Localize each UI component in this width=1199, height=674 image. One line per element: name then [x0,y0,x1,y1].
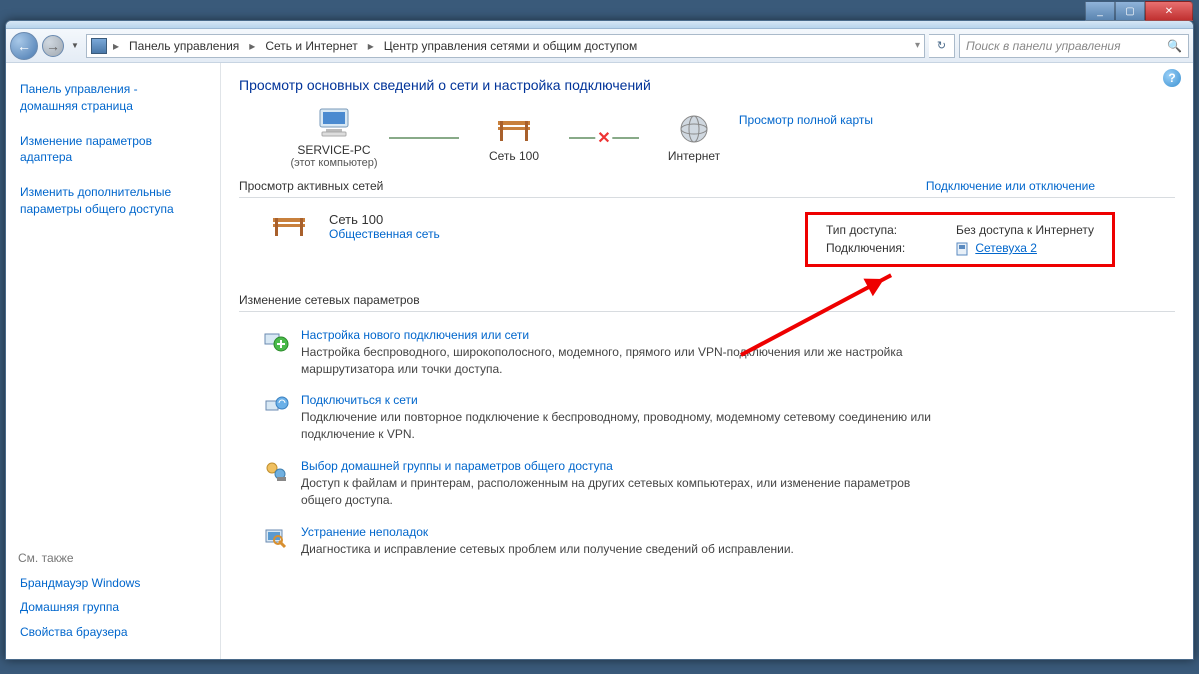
window-controls: _ ▢ ✕ [1085,1,1193,21]
computer-icon [314,107,354,139]
address-bar[interactable]: ▸ Панель управления ▸ Сеть и Интернет ▸ … [86,34,925,58]
forward-button[interactable]: → [42,35,64,57]
close-button[interactable]: ✕ [1145,1,1193,21]
search-input[interactable]: Поиск в панели управления 🔍 [959,34,1189,58]
bench-icon [494,113,534,145]
sidebar-label: Изменение параметров [20,133,206,150]
sidebar-see-also: См. также Брандмауэр Windows Домашняя гр… [18,541,208,645]
nav-history-dropdown[interactable]: ▼ [68,37,82,55]
globe-icon [674,113,714,145]
control-panel-window: _ ▢ ✕ ← → ▼ ▸ Панель управления ▸ Сеть и… [5,20,1194,660]
page-title: Просмотр основных сведений о сети и наст… [239,77,1175,93]
search-icon: 🔍 [1167,39,1182,53]
network-type-link[interactable]: Общественная сеть [329,227,579,241]
active-network-row: Сеть 100 Общественная сеть Тип доступа: … [239,198,1175,281]
homegroup-icon [263,459,289,485]
back-button[interactable]: ← [10,32,38,60]
nic-icon [956,242,968,256]
breadcrumb-control-panel[interactable]: Панель управления [125,37,243,55]
sidebar-browser-properties[interactable]: Свойства браузера [18,620,208,645]
connection-adapter-link[interactable]: Сетевуха 2 [975,241,1037,255]
see-also-header: См. также [18,551,208,571]
sidebar-label: домашняя страница [20,98,206,115]
node-network: Сеть 100 [459,113,569,163]
task-list: Настройка нового подключения или сети На… [239,312,1175,566]
task-link[interactable]: Подключиться к сети [301,393,941,409]
access-type-value: Без доступа к Интернету [956,223,1094,237]
node-sublabel: (этот компьютер) [279,157,389,169]
connect-disconnect-link[interactable]: Подключение или отключение [926,179,1095,193]
task-link[interactable]: Настройка нового подключения или сети [301,328,941,344]
sidebar: Панель управления - домашняя страница Из… [6,63,221,659]
navigation-bar: ← → ▼ ▸ Панель управления ▸ Сеть и Интер… [6,29,1193,63]
maximize-button[interactable]: ▢ [1115,1,1145,21]
access-type-label: Тип доступа: [826,223,926,237]
task-description: Настройка беспроводного, широкополосного… [301,344,941,378]
sidebar-label: Изменить дополнительные [20,184,206,201]
content-area: Панель управления - домашняя страница Из… [6,63,1193,659]
node-internet: Интернет [639,113,749,163]
titlebar [6,21,1193,29]
sidebar-homegroup[interactable]: Домашняя группа [18,595,208,620]
node-label: Сеть 100 [459,149,569,163]
task-link[interactable]: Устранение неполадок [301,525,794,541]
troubleshoot-icon [263,525,289,551]
view-full-map-link[interactable]: Просмотр полной карты [739,113,873,127]
section-label: Просмотр активных сетей [239,179,383,193]
breadcrumb-network-center[interactable]: Центр управления сетями и общим доступом [380,37,642,55]
bench-icon [269,212,309,240]
help-icon[interactable]: ? [1163,69,1181,87]
sidebar-label: параметры общего доступа [20,201,206,218]
change-settings-header: Изменение сетевых параметров [239,289,1175,312]
new-connection-icon [263,328,289,354]
task-description: Доступ к файлам и принтерам, расположенн… [301,475,941,509]
connections-label: Подключения: [826,241,926,256]
sidebar-sharing-settings[interactable]: Изменить дополнительные параметры общего… [18,180,208,222]
task-homegroup: Выбор домашней группы и параметров общег… [263,451,1175,517]
breadcrumb-sep: ▸ [111,39,121,53]
network-name: Сеть 100 [329,212,579,227]
address-dropdown-icon[interactable]: ▾ [915,40,920,51]
location-icon [91,38,107,54]
network-map: SERVICE-PC (этот компьютер) Сеть 100 Инт… [279,107,1175,169]
sidebar-label: адаптера [20,149,206,166]
connection-line-broken [569,137,639,139]
network-details-highlighted: Тип доступа: Без доступа к Интернету Под… [805,212,1115,267]
network-info: Сеть 100 Общественная сеть [329,212,579,241]
task-new-connection: Настройка нового подключения или сети На… [263,320,1175,386]
task-troubleshoot: Устранение неполадок Диагностика и испра… [263,517,1175,566]
sidebar-label: Панель управления - [20,81,206,98]
minimize-button[interactable]: _ [1085,1,1115,21]
breadcrumb-network-internet[interactable]: Сеть и Интернет [261,37,361,55]
node-label: SERVICE-PC [279,143,389,157]
connect-icon [263,393,289,419]
sidebar-firewall[interactable]: Брандмауэр Windows [18,571,208,596]
connection-line [389,137,459,139]
search-placeholder: Поиск в панели управления [966,39,1121,53]
task-connect-network: Подключиться к сети Подключение или повт… [263,385,1175,451]
task-description: Подключение или повторное подключение к … [301,409,941,443]
breadcrumb-sep: ▸ [366,39,376,53]
sidebar-home-link[interactable]: Панель управления - домашняя страница [18,77,208,119]
main-panel: ? Просмотр основных сведений о сети и на… [221,63,1193,659]
task-description: Диагностика и исправление сетевых пробле… [301,541,794,558]
sidebar-adapter-settings[interactable]: Изменение параметров адаптера [18,129,208,171]
node-label: Интернет [639,149,749,163]
node-this-pc: SERVICE-PC (этот компьютер) [279,107,389,169]
active-networks-header: Просмотр активных сетей Подключение или … [239,175,1175,198]
breadcrumb-sep: ▸ [247,39,257,53]
task-link[interactable]: Выбор домашней группы и параметров общег… [301,459,941,475]
refresh-button[interactable]: ↻ [929,34,955,58]
